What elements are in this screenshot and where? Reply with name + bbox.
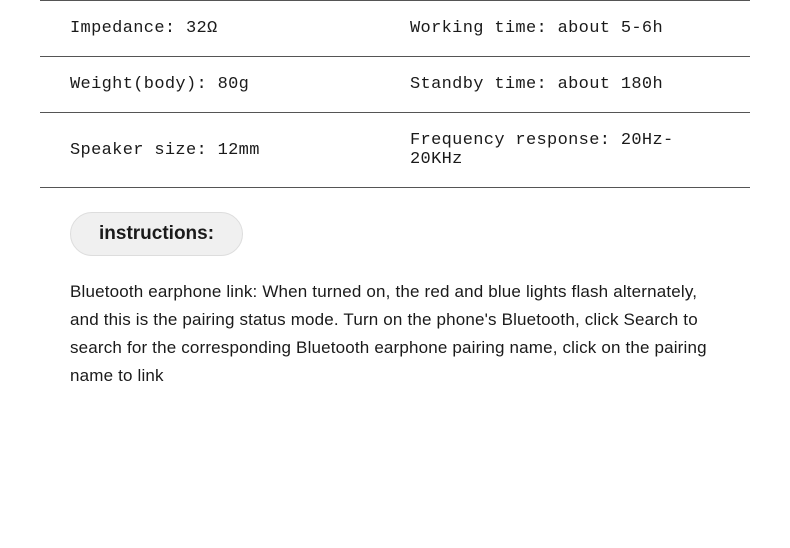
impedance-value: 32Ω (186, 19, 218, 38)
weight-label: Weight(body): (70, 75, 218, 94)
standby-time-right: Standby time: about 180h (380, 75, 720, 94)
frequency-response-right: Frequency response: 20Hz-20KHz (380, 131, 720, 169)
specs-table: Impedance: 32Ω Working time: about 5-6h … (40, 0, 750, 188)
spec-row-impedance: Impedance: 32Ω Working time: about 5-6h (40, 0, 750, 57)
impedance-label: Impedance: (70, 19, 186, 38)
instructions-body: Bluetooth earphone link: When turned on,… (70, 278, 720, 390)
instructions-badge: instructions: (70, 212, 243, 256)
impedance-left: Impedance: 32Ω (70, 19, 380, 38)
frequency-response-label: Frequency response: (410, 131, 621, 150)
weight-value: 80g (218, 75, 250, 94)
working-time-right: Working time: about 5-6h (380, 19, 720, 38)
spec-row-weight: Weight(body): 80g Standby time: about 18… (40, 57, 750, 113)
speaker-size-label: Speaker size: (70, 141, 218, 160)
page-container: Impedance: 32Ω Working time: about 5-6h … (0, 0, 790, 548)
speaker-size-left: Speaker size: 12mm (70, 141, 380, 160)
instructions-section: instructions: Bluetooth earphone link: W… (40, 188, 750, 390)
working-time-label: Working time: (410, 19, 558, 38)
standby-time-label: Standby time: (410, 75, 558, 94)
spec-row-speaker: Speaker size: 12mm Frequency response: 2… (40, 113, 750, 188)
weight-left: Weight(body): 80g (70, 75, 380, 94)
speaker-size-value: 12mm (218, 141, 260, 160)
instructions-badge-label: instructions: (99, 223, 214, 244)
working-time-value: about 5-6h (558, 19, 663, 38)
standby-time-value: about 180h (558, 75, 663, 94)
